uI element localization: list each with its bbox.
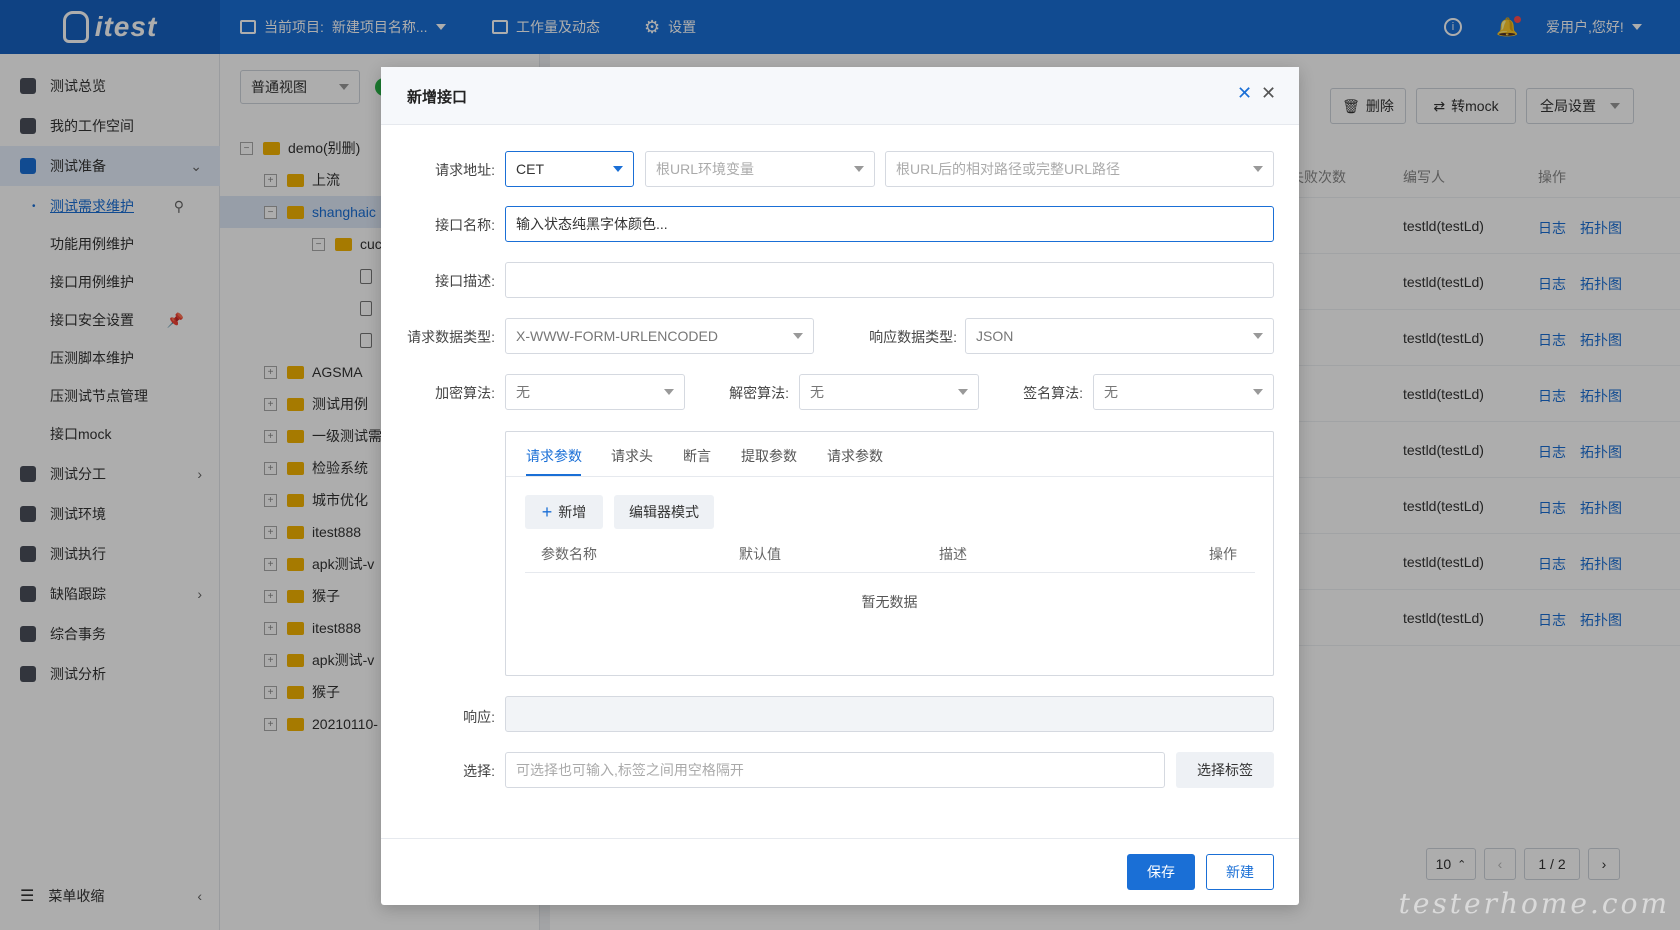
env-variable-select[interactable]: 根URL环境变量 (645, 151, 875, 187)
close-icon[interactable]: ✕ (1237, 83, 1252, 104)
req-type-select[interactable]: X-WWW-FORM-URLENCODED (505, 318, 814, 354)
tab-bar: 请求参数 请求头 断言 提取参数 请求参数 (506, 432, 1273, 477)
col-operations: 操作 (1209, 546, 1237, 562)
tag-input[interactable]: 可选择也可输入,标签之间用空格隔开 (505, 752, 1165, 788)
tab-extract-params[interactable]: 提取参数 (741, 446, 797, 466)
url-path-placeholder: 根URL后的相对路径或完整URL路径 (896, 161, 1121, 177)
chevron-down-icon (664, 389, 674, 395)
chevron-down-icon (1253, 389, 1263, 395)
tab-request-params-2[interactable]: 请求参数 (827, 446, 883, 466)
plus-icon: + (541, 501, 553, 522)
encrypt-label: 加密算法: (435, 385, 495, 401)
table-divider (525, 572, 1255, 573)
close-icon[interactable]: ✕ (1261, 83, 1276, 104)
chevron-down-icon (1253, 166, 1263, 172)
decrypt-label: 解密算法: (729, 385, 789, 401)
chevron-down-icon (793, 333, 803, 339)
chevron-down-icon (854, 166, 864, 172)
encrypt-select[interactable]: 无 (505, 374, 685, 410)
url-path-select[interactable]: 根URL后的相对路径或完整URL路径 (885, 151, 1274, 187)
new-label: 新建 (1226, 864, 1254, 880)
add-param-button[interactable]: + 新增 (525, 495, 603, 529)
params-tabs-panel: 请求参数 请求头 断言 提取参数 请求参数 + 新增 编辑器模式 参数名称 默认值… (505, 431, 1274, 676)
select-tag-label: 选择标签 (1197, 762, 1253, 778)
active-tab-indicator (526, 474, 581, 476)
decrypt-select[interactable]: 无 (799, 374, 979, 410)
chevron-down-icon (1253, 333, 1263, 339)
overlay-top (0, 0, 1680, 54)
response-field (505, 696, 1274, 732)
col-param-name: 参数名称 (541, 546, 597, 562)
decrypt-value: 无 (810, 384, 824, 400)
url-label: 请求地址: (435, 162, 495, 178)
chevron-down-icon (613, 166, 623, 172)
desc-label: 接口描述: (435, 273, 495, 289)
select-label: 选择: (463, 763, 495, 779)
sign-label: 签名算法: (1023, 385, 1083, 401)
tab-request-params[interactable]: 请求参数 (526, 446, 582, 466)
resp-type-label: 响应数据类型: (869, 329, 957, 345)
dialog-header: 新增接口 ✕ ✕ (381, 67, 1299, 125)
response-label: 响应: (463, 709, 495, 725)
tab-request-headers[interactable]: 请求头 (611, 446, 653, 466)
api-desc-input[interactable] (505, 262, 1274, 298)
editor-mode-button[interactable]: 编辑器模式 (614, 495, 714, 529)
new-api-dialog: 新增接口 ✕ ✕ 请求地址: CET 根URL环境变量 根URL后的相对路径或完… (381, 67, 1299, 905)
save-button[interactable]: 保存 (1127, 854, 1195, 890)
add-param-label: 新增 (558, 504, 587, 520)
col-description: 描述 (939, 546, 967, 562)
req-type-value: X-WWW-FORM-URLENCODED (516, 328, 718, 344)
tag-input-placeholder: 可选择也可输入,标签之间用空格隔开 (516, 762, 744, 778)
watermark: testerhome.com (1398, 887, 1670, 920)
api-name-value: 输入状态纯黑字体颜色... (516, 216, 668, 232)
dialog-title: 新增接口 (407, 89, 468, 106)
dialog-footer-divider (381, 838, 1299, 839)
api-name-input[interactable]: 输入状态纯黑字体颜色... (505, 206, 1274, 242)
empty-text: 暂无数据 (861, 594, 918, 610)
new-button[interactable]: 新建 (1206, 854, 1274, 890)
tab-assertions[interactable]: 断言 (683, 446, 711, 466)
sign-value: 无 (1104, 384, 1118, 400)
req-type-label: 请求数据类型: (407, 329, 495, 345)
editor-mode-label: 编辑器模式 (629, 504, 699, 520)
resp-type-select[interactable]: JSON (965, 318, 1274, 354)
resp-type-value: JSON (976, 328, 1014, 344)
select-tag-button[interactable]: 选择标签 (1176, 752, 1274, 788)
chevron-down-icon (958, 389, 968, 395)
method-select[interactable]: CET (505, 151, 634, 187)
save-label: 保存 (1147, 864, 1175, 880)
encrypt-value: 无 (516, 384, 530, 400)
col-default-value: 默认值 (739, 546, 781, 562)
env-variable-placeholder: 根URL环境变量 (656, 161, 755, 177)
name-label: 接口名称: (435, 217, 495, 233)
sign-select[interactable]: 无 (1093, 374, 1274, 410)
method-value: CET (516, 161, 544, 177)
